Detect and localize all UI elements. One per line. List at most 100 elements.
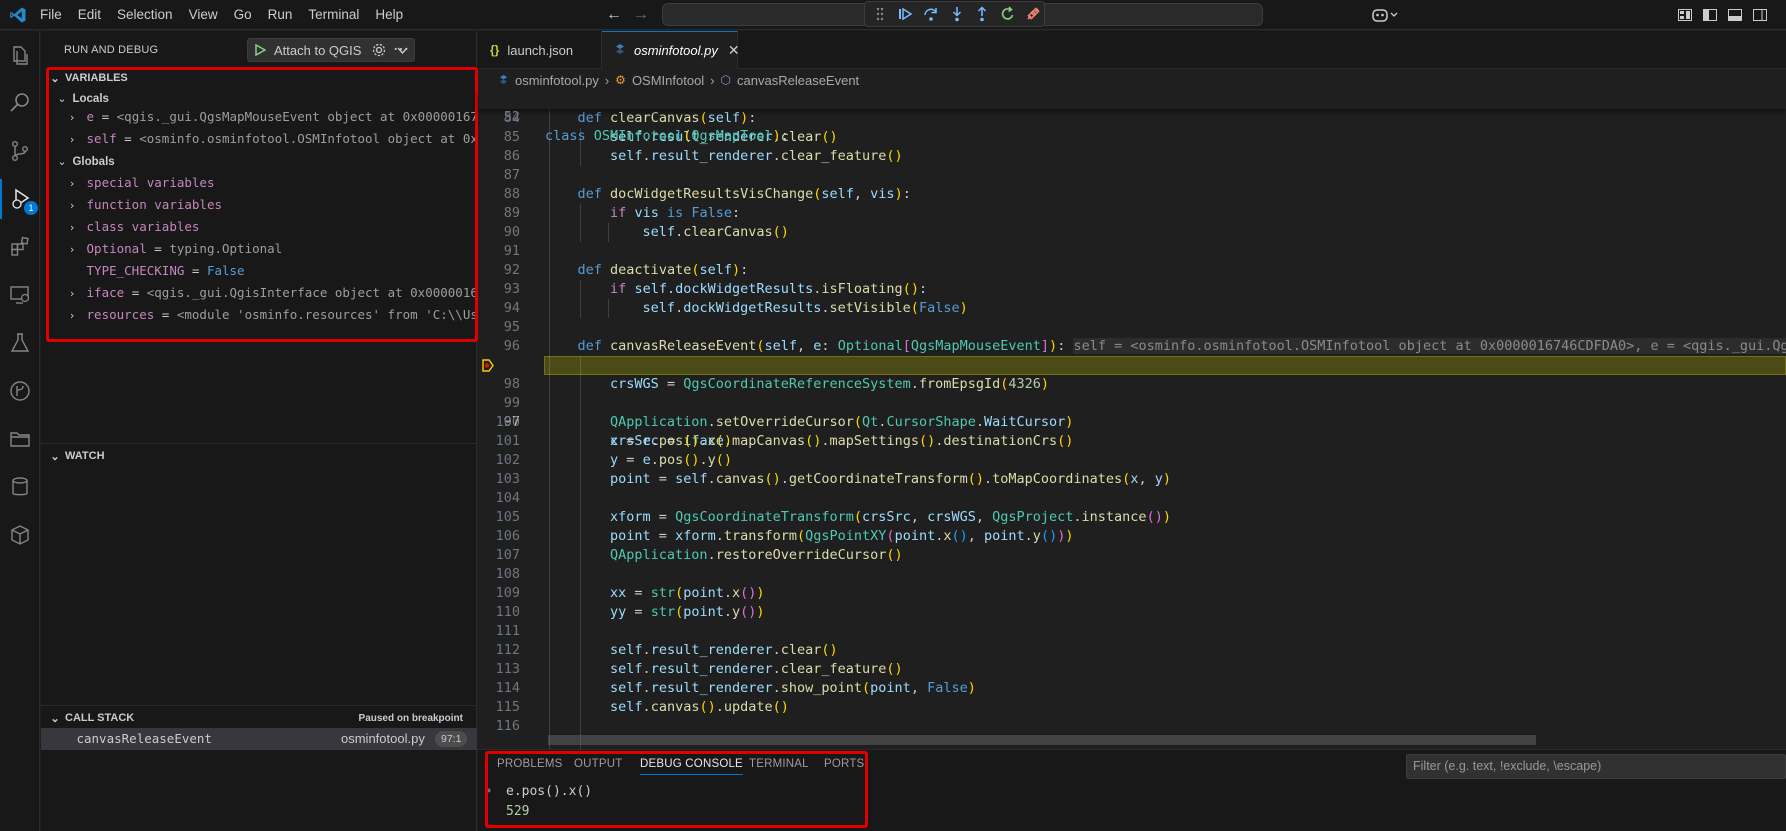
code-line: 99 [503,395,520,411]
console-filter-input[interactable]: Filter (e.g. text, !exclude, \escape) [1406,754,1786,779]
start-debugging-icon[interactable] [254,44,266,56]
sidebar-header: RUN AND DEBUG Attach to QGIS ⋯ [41,31,476,69]
testing-icon[interactable] [0,323,40,363]
code-line: 84 def clearCanvas(self): [503,110,757,126]
menu-terminal[interactable]: Terminal [300,0,367,30]
toggle-secondary-sidebar-icon[interactable] [1750,5,1770,25]
sidebar-title: RUN AND DEBUG [64,44,159,56]
code-line: 86 self.result_renderer.clear_feature() [503,148,903,164]
remote-explorer-icon[interactable] [0,275,40,315]
source-control-icon[interactable] [0,131,40,171]
run-and-debug-icon[interactable]: 1 [0,179,40,219]
code-line: 96 def canvasReleaseEvent(self, e: Optio… [478,337,1786,356]
code-editor[interactable]: 84 def clearCanvas(self): 85 self.result… [478,109,1786,749]
editor-tabs: {} launch.json osminfotool.py ✕ [478,31,1786,69]
code-line: 93 if self.dockWidgetResults.isFloating(… [503,281,928,297]
call-stack-frame[interactable]: canvasReleaseEvent osminfotool.py 97:1 [41,728,477,750]
code-line: 102 y = e.pos().y() [495,452,733,468]
code-line: 98 crsWGS = QgsCoordinateReferenceSystem… [503,376,1049,392]
search-icon[interactable] [0,83,40,123]
breadcrumb-item[interactable]: canvasReleaseEvent [737,73,859,88]
toggle-panel-icon[interactable] [1725,5,1745,25]
code-line: 91 [503,243,520,259]
code-line: 101 x = e.pos().x() [495,433,733,449]
debug-badge: 1 [24,201,38,215]
code-line: 92 def deactivate(self): [503,262,749,278]
tab-osminfotool-py[interactable]: osminfotool.py ✕ [602,31,740,69]
python-icon [498,73,509,88]
frame-file: osminfotool.py [341,731,425,746]
call-stack-title: CALL STACK [65,712,135,724]
copilot-icon[interactable] [1369,5,1401,25]
menu-selection[interactable]: Selection [109,0,181,30]
code-line: 95 [503,319,520,335]
horizontal-scrollbar[interactable] [548,735,1536,745]
debug-console-highlight-box [485,751,868,828]
step-out-icon[interactable] [971,3,993,25]
json-braces-icon: {} [490,43,500,57]
close-icon[interactable]: ✕ [728,42,740,59]
chevron-right-icon: › [604,72,610,88]
step-into-icon[interactable] [946,3,968,25]
tab-launch-json[interactable]: {} launch.json [478,31,602,69]
explorer-icon[interactable] [0,36,40,76]
menu-file[interactable]: File [32,0,70,30]
drag-handle-icon[interactable] [869,3,891,25]
call-stack-status: Paused on breakpoint [358,712,463,724]
menu-view[interactable]: View [181,0,226,30]
vscode-logo-icon [4,0,32,30]
menu-go[interactable]: Go [226,0,260,30]
debug-toolbar [864,1,1045,27]
call-stack-section-header[interactable]: ⌄ CALL STACK Paused on breakpoint [41,707,477,729]
restart-icon[interactable] [997,3,1019,25]
inline-debug-values: self = <osminfo.osminfotool.OSMInfotool … [1073,338,1786,354]
project-manager-icon[interactable] [0,419,40,459]
breadcrumb-item[interactable]: osminfotool.py [515,73,599,88]
code-line: 112 self.result_renderer.clear() [495,642,838,658]
title-bar: File Edit Selection View Go Run Terminal… [0,0,1786,30]
code-line: 115 self.canvas().update() [495,699,789,715]
code-line: 87 [503,167,520,183]
code-line: 89 if vis is False: [503,205,741,221]
code-line: 103 point = self.canvas().getCoordinateT… [495,471,1171,487]
breadcrumb: osminfotool.py › ⚙ OSMInfotool › ⬡ canva… [478,69,1786,91]
back-arrow-icon[interactable]: ← [603,4,625,26]
git-graph-icon[interactable] [0,371,40,411]
tab-label: osminfotool.py [634,43,718,58]
menu-run[interactable]: Run [260,0,301,30]
frame-function: canvasReleaseEvent [76,731,212,746]
code-line: 94 self.dockWidgetResults.setVisible(Fal… [503,300,968,316]
current-execution-line: 97 crsSrc = iface.mapCanvas().mapSetting… [478,356,1786,449]
breadcrumb-item[interactable]: OSMInfotool [632,73,704,88]
more-actions-icon[interactable]: ⋯ [393,39,409,59]
python-icon [614,43,626,58]
code-line: 113 self.result_renderer.clear_feature() [495,661,903,677]
step-over-icon[interactable] [920,3,942,25]
continue-icon[interactable] [895,3,917,25]
forward-arrow-icon[interactable]: → [630,4,652,26]
containers-icon[interactable] [0,515,40,555]
code-line: 114 self.result_renderer.show_point(poin… [495,680,976,696]
gear-icon[interactable] [371,42,387,61]
database-icon[interactable] [0,467,40,507]
chevron-down-icon: ⌄ [50,450,60,463]
code-line: 108 [495,566,520,582]
variables-highlight-box [46,67,478,342]
watch-title: WATCH [65,450,105,462]
class-icon: ⚙ [615,73,626,87]
extensions-icon[interactable] [0,227,40,267]
code-line: 90 self.clearCanvas() [503,224,789,240]
sticky-scroll-line[interactable]: 52 class OSMInfotool(QgsMapTool): [478,89,1786,144]
code-line: 111 [495,623,520,639]
disconnect-icon[interactable] [1022,3,1044,25]
chevron-down-icon: ⌄ [50,712,60,725]
watch-section-header[interactable]: ⌄ WATCH [41,445,477,467]
customize-layout-icon[interactable] [1675,5,1695,25]
launch-config-select[interactable]: Attach to QGIS [247,38,415,62]
code-text: class OSMInfotool(QgsMapTool): [545,128,789,144]
toggle-primary-sidebar-icon[interactable] [1700,5,1720,25]
code-line: 105 xform = QgsCoordinateTransform(crsSr… [495,509,1171,525]
menu-edit[interactable]: Edit [70,0,109,30]
menu-help[interactable]: Help [367,0,411,30]
code-line: 100 QApplication.setOverrideCursor(Qt.Cu… [495,414,1074,430]
